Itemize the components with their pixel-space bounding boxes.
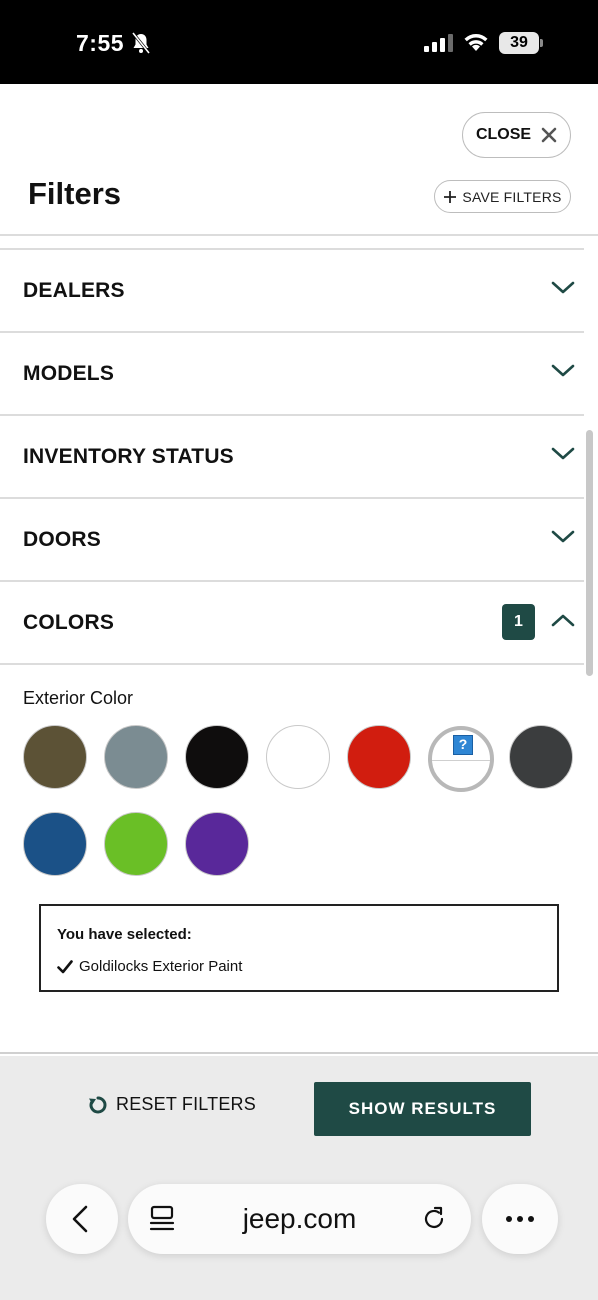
selected-count-badge: 1	[502, 604, 535, 640]
show-results-button[interactable]: SHOW RESULTS	[314, 1082, 531, 1136]
color-swatch[interactable]	[104, 725, 168, 789]
filters-header: CLOSE Filters SAVE FILTERS	[0, 84, 598, 236]
accordion-models[interactable]: MODELS	[0, 333, 584, 416]
reset-filters-button[interactable]: RESET FILTERS	[88, 1094, 256, 1115]
chevron-down-icon	[551, 530, 575, 543]
chevron-left-icon	[72, 1205, 88, 1233]
color-swatch-selected[interactable]: ?	[428, 726, 494, 792]
browser-address-bar[interactable]: jeep.com	[128, 1184, 471, 1254]
chevron-up-icon	[551, 614, 575, 627]
accordion-label: DOORS	[23, 528, 102, 551]
accordion-label: MODELS	[23, 362, 115, 385]
selected-item: Goldilocks Exterior Paint	[57, 958, 242, 975]
reload-icon[interactable]	[420, 1204, 448, 1234]
missing-image-icon: ?	[453, 735, 473, 755]
color-swatch[interactable]	[23, 725, 87, 789]
chevron-down-icon	[551, 447, 575, 460]
battery-level: 39	[499, 32, 539, 54]
accordion-label: COLORS	[23, 611, 115, 634]
accordion-colors[interactable]: COLORS 1	[0, 582, 584, 665]
selected-colors-box: You have selected: Goldilocks Exterior P…	[39, 904, 559, 992]
close-icon	[541, 127, 557, 143]
save-filters-label: SAVE FILTERS	[462, 188, 562, 205]
color-swatch[interactable]	[347, 725, 411, 789]
browser-back-button[interactable]	[46, 1184, 118, 1254]
wifi-icon	[464, 34, 488, 51]
selected-item-label: Goldilocks Exterior Paint	[79, 958, 243, 975]
color-swatch[interactable]	[23, 812, 87, 876]
browser-more-button[interactable]	[482, 1184, 558, 1254]
close-button[interactable]: CLOSE	[462, 112, 571, 158]
color-swatch[interactable]	[104, 812, 168, 876]
accordion-inventory-status[interactable]: INVENTORY STATUS	[0, 416, 584, 499]
checkmark-icon	[57, 959, 73, 973]
filters-footer: RESET FILTERS SHOW RESULTS jeep.com	[0, 1056, 598, 1300]
chevron-down-icon	[551, 281, 575, 294]
scrollbar-thumb[interactable]	[586, 430, 593, 676]
exterior-color-label: Exterior Color	[23, 688, 134, 708]
reset-filters-label: RESET FILTERS	[116, 1094, 256, 1114]
filters-scroll-area[interactable]: DEALERS MODELS INVENTORY STATUS DOORS CO…	[0, 236, 598, 1054]
status-time: 7:55	[76, 30, 125, 56]
color-swatch[interactable]	[509, 725, 573, 789]
page-title: Filters	[28, 176, 122, 211]
reset-icon	[89, 1096, 107, 1113]
battery-indicator: 39	[499, 32, 545, 54]
battery-cap	[540, 39, 543, 47]
divider	[432, 760, 490, 761]
bell-muted-icon	[131, 32, 151, 54]
color-swatch[interactable]	[266, 725, 330, 789]
selected-title: You have selected:	[57, 926, 192, 943]
chevron-down-icon	[551, 364, 575, 377]
plus-icon	[444, 190, 457, 203]
color-swatch[interactable]	[185, 812, 249, 876]
more-icon	[506, 1216, 534, 1222]
accordion-dealers[interactable]: DEALERS	[0, 250, 584, 333]
save-filters-button[interactable]: SAVE FILTERS	[434, 180, 571, 213]
cellular-signal-icon	[424, 34, 453, 52]
status-bar: 7:55 39	[0, 0, 598, 84]
accordion-label: DEALERS	[23, 279, 125, 302]
close-label: CLOSE	[475, 126, 532, 143]
accordion-label: INVENTORY STATUS	[23, 445, 234, 468]
color-swatch[interactable]	[185, 725, 249, 789]
accordion-doors[interactable]: DOORS	[0, 499, 584, 582]
